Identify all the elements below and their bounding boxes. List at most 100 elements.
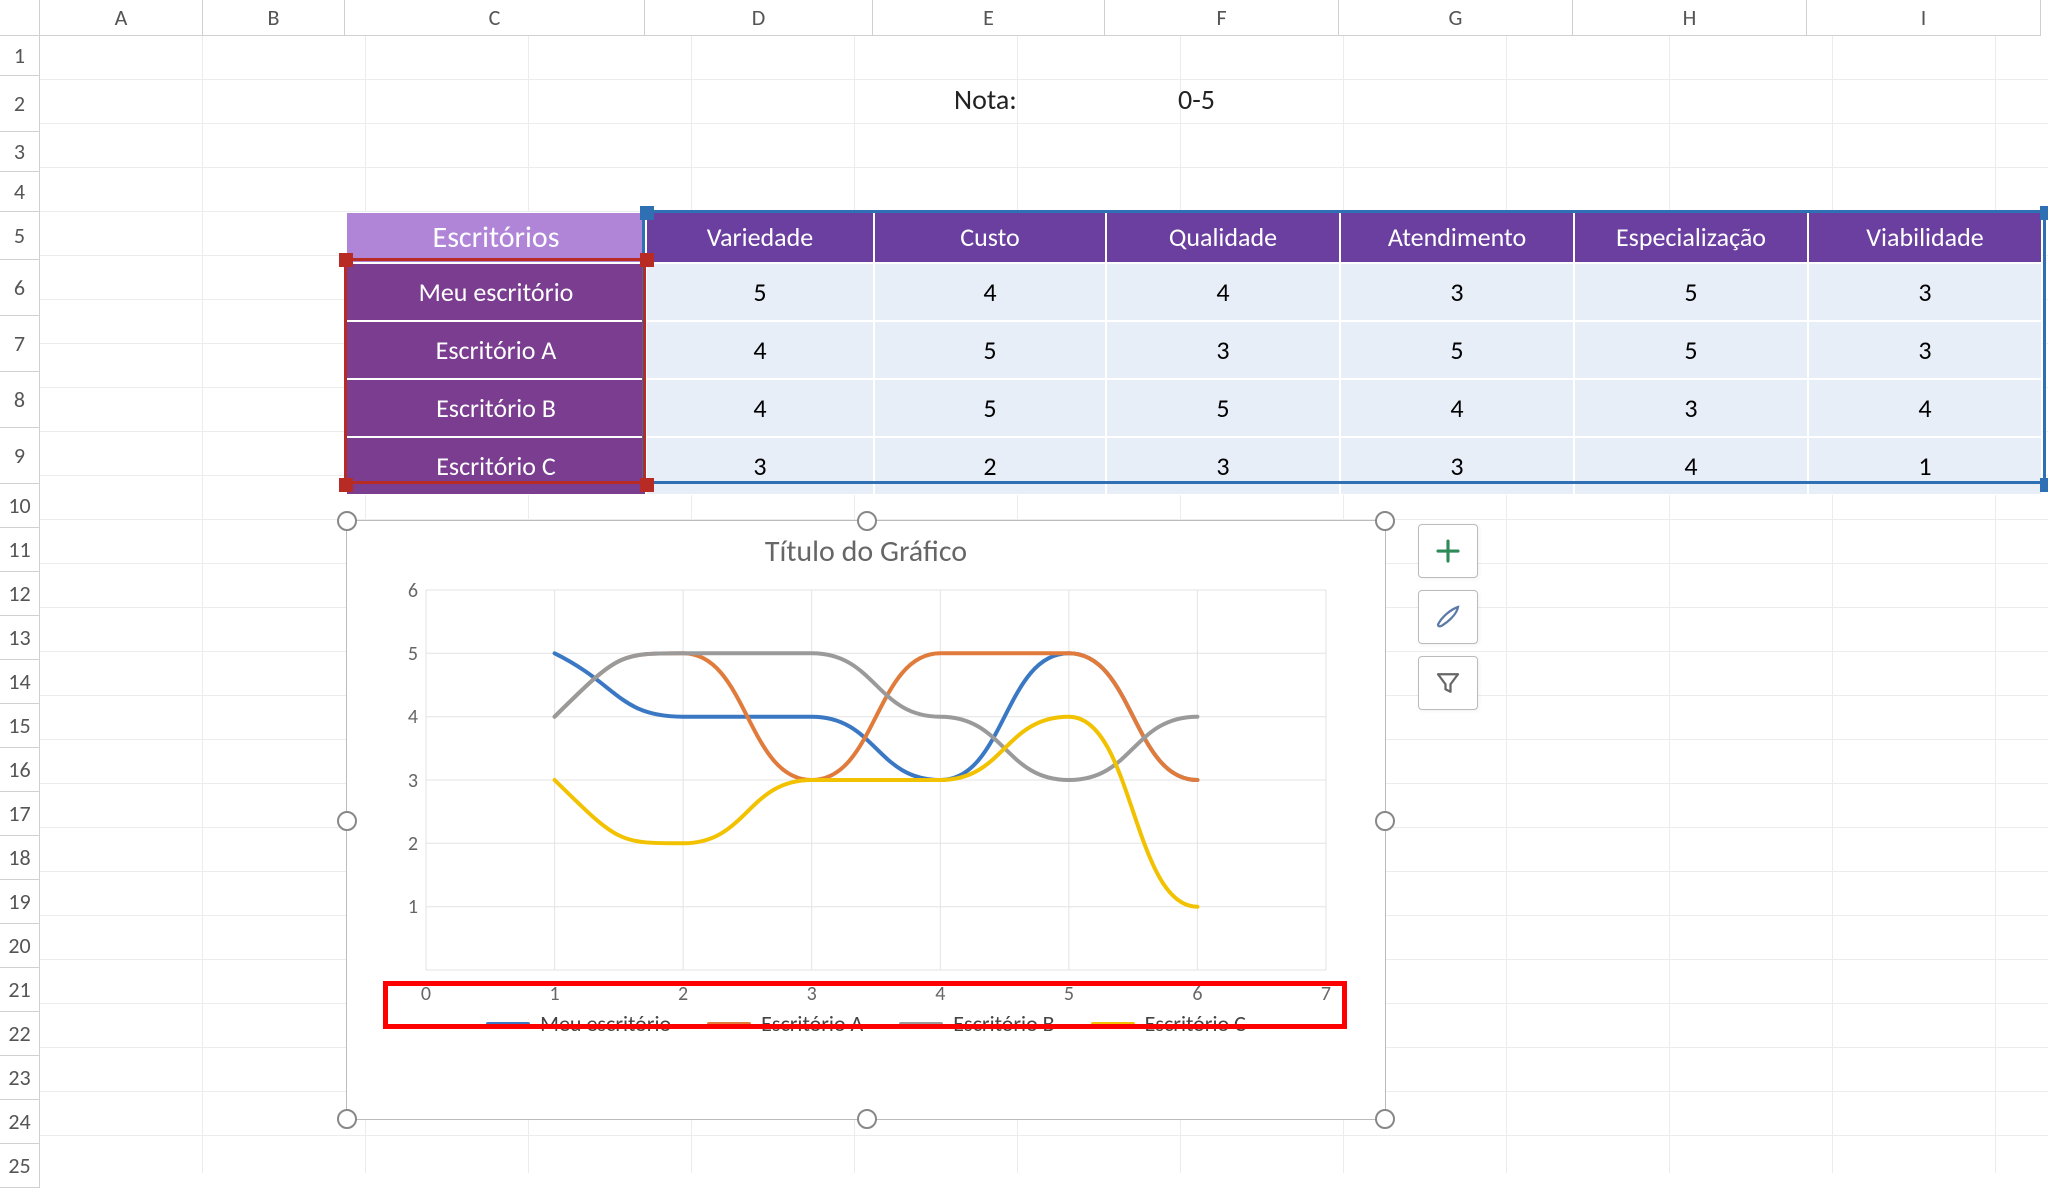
row-header-8[interactable]: 8: [0, 372, 40, 428]
col-header-F[interactable]: F: [1105, 0, 1339, 36]
cell[interactable]: 5: [1106, 379, 1340, 437]
row-header-24[interactable]: 24: [0, 1100, 40, 1144]
col-header-G[interactable]: G: [1339, 0, 1573, 36]
col-header-E[interactable]: E: [873, 0, 1105, 36]
col-atendimento[interactable]: Atendimento: [1340, 212, 1574, 263]
cell[interactable]: 4: [646, 321, 874, 379]
row-header-9[interactable]: 9: [0, 428, 40, 484]
cell[interactable]: 5: [1574, 263, 1808, 321]
cell[interactable]: 3: [1340, 263, 1574, 321]
row-header-4[interactable]: 4: [0, 172, 40, 212]
col-header-A[interactable]: A: [40, 0, 203, 36]
row-header-20[interactable]: 20: [0, 924, 40, 968]
cell[interactable]: 4: [646, 379, 874, 437]
select-all-corner[interactable]: [0, 0, 40, 36]
col-qualidade[interactable]: Qualidade: [1106, 212, 1340, 263]
row-header-3[interactable]: 3: [0, 132, 40, 172]
legend-item[interactable]: Escritório B: [899, 1010, 1054, 1037]
chart-styles-button[interactable]: [1418, 590, 1478, 644]
col-especializacao[interactable]: Especialização: [1574, 212, 1808, 263]
selection-handle-icon[interactable]: [640, 478, 654, 492]
resize-handle-icon[interactable]: [857, 511, 877, 531]
chart-legend[interactable]: Meu escritório Escritório A Escritório B…: [347, 1010, 1385, 1045]
row-header-22[interactable]: 22: [0, 1012, 40, 1056]
cell[interactable]: 4: [1340, 379, 1574, 437]
cell[interactable]: 4: [874, 263, 1106, 321]
cell[interactable]: 4: [1808, 379, 2042, 437]
table-corner-header[interactable]: Escritórios: [346, 212, 646, 263]
row-header-2[interactable]: 2: [0, 76, 40, 132]
selection-handle-icon[interactable]: [640, 206, 654, 220]
legend-item[interactable]: Escritório A: [707, 1010, 863, 1037]
cell[interactable]: 4: [1574, 437, 1808, 495]
y-tick: 2: [408, 832, 418, 856]
legend-item[interactable]: Escritório C: [1091, 1010, 1246, 1037]
cell[interactable]: 5: [874, 379, 1106, 437]
chart-object[interactable]: Título do Gráfico: [346, 520, 1386, 1120]
resize-handle-icon[interactable]: [1375, 1109, 1395, 1129]
row-escritorio-c[interactable]: Escritório C: [346, 437, 646, 495]
row-header-16[interactable]: 16: [0, 748, 40, 792]
cell[interactable]: 5: [1340, 321, 1574, 379]
col-custo[interactable]: Custo: [874, 212, 1106, 263]
row-meu-escritorio[interactable]: Meu escritório: [346, 263, 646, 321]
cell[interactable]: 5: [874, 321, 1106, 379]
cell[interactable]: 5: [1574, 321, 1808, 379]
cell[interactable]: 3: [1574, 379, 1808, 437]
row-header-5[interactable]: 5: [0, 212, 40, 260]
selection-handle-icon[interactable]: [339, 478, 353, 492]
col-variedade[interactable]: Variedade: [646, 212, 874, 263]
cell[interactable]: 4: [1106, 263, 1340, 321]
cell[interactable]: 3: [1106, 437, 1340, 495]
resize-handle-icon[interactable]: [1375, 511, 1395, 531]
row-header-14[interactable]: 14: [0, 660, 40, 704]
col-header-H[interactable]: H: [1573, 0, 1807, 36]
cell[interactable]: 1: [1808, 437, 2042, 495]
cell[interactable]: 3: [1340, 437, 1574, 495]
row-header-1[interactable]: 1: [0, 36, 40, 76]
series-escritorio-c[interactable]: [555, 717, 1198, 907]
cell[interactable]: 3: [1106, 321, 1340, 379]
chart-elements-button[interactable]: [1418, 524, 1478, 578]
resize-handle-icon[interactable]: [337, 811, 357, 831]
row-header-15[interactable]: 15: [0, 704, 40, 748]
row-header-11[interactable]: 11: [0, 528, 40, 572]
col-header-D[interactable]: D: [645, 0, 873, 36]
resize-handle-icon[interactable]: [857, 1109, 877, 1129]
row-escritorio-a[interactable]: Escritório A: [346, 321, 646, 379]
row-header-19[interactable]: 19: [0, 880, 40, 924]
legend-item[interactable]: Meu escritório: [486, 1010, 671, 1037]
data-table[interactable]: Escritórios Variedade Custo Qualidade At…: [346, 212, 2042, 495]
selection-handle-icon[interactable]: [2040, 478, 2048, 492]
cell[interactable]: 3: [646, 437, 874, 495]
chart-filter-button[interactable]: [1418, 656, 1478, 710]
resize-handle-icon[interactable]: [337, 511, 357, 531]
cell[interactable]: 3: [1808, 263, 2042, 321]
row-header-6[interactable]: 6: [0, 260, 40, 316]
row-header-21[interactable]: 21: [0, 968, 40, 1012]
cell[interactable]: 3: [1808, 321, 2042, 379]
spreadsheet[interactable]: A B C D E F G H I 1 2 3 4 5 6 7 8 9 10 1…: [0, 0, 2048, 1173]
cell[interactable]: 2: [874, 437, 1106, 495]
selection-handle-icon[interactable]: [339, 253, 353, 267]
selection-handle-icon[interactable]: [2040, 206, 2048, 220]
row-header-12[interactable]: 12: [0, 572, 40, 616]
row-header-18[interactable]: 18: [0, 836, 40, 880]
row-header-10[interactable]: 10: [0, 484, 40, 528]
col-viabilidade[interactable]: Viabilidade: [1808, 212, 2042, 263]
resize-handle-icon[interactable]: [1375, 811, 1395, 831]
chart-plot-area[interactable]: 1 2 3 4 5 6 0 1 2 3 4 5 6 7: [366, 570, 1366, 1010]
col-header-I[interactable]: I: [1807, 0, 2041, 36]
selection-handle-icon[interactable]: [640, 253, 654, 267]
col-header-B[interactable]: B: [203, 0, 345, 36]
row-header-25[interactable]: 25: [0, 1144, 40, 1188]
row-header-17[interactable]: 17: [0, 792, 40, 836]
row-header-7[interactable]: 7: [0, 316, 40, 372]
resize-handle-icon[interactable]: [337, 1109, 357, 1129]
cell[interactable]: 5: [646, 263, 874, 321]
row-header-13[interactable]: 13: [0, 616, 40, 660]
x-tick: 0: [421, 982, 431, 1006]
col-header-C[interactable]: C: [345, 0, 645, 36]
row-header-23[interactable]: 23: [0, 1056, 40, 1100]
row-escritorio-b[interactable]: Escritório B: [346, 379, 646, 437]
